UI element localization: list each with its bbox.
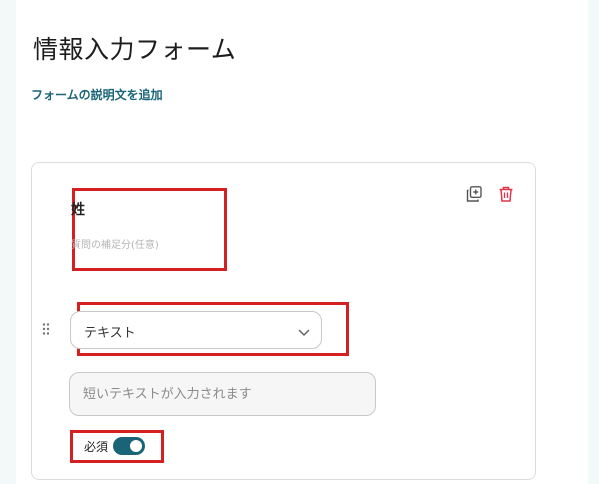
chevron-down-icon xyxy=(297,324,311,338)
question-title-input[interactable]: 姓 xyxy=(71,199,85,219)
required-label: 必須 xyxy=(84,440,109,454)
trash-icon[interactable] xyxy=(497,185,515,203)
question-hint-input[interactable]: 質問の補足分(任意) xyxy=(71,236,159,251)
question-type-select[interactable]: テキスト xyxy=(70,311,322,349)
duplicate-icon[interactable] xyxy=(465,185,483,203)
highlight-box-question-title xyxy=(72,188,227,271)
card-actions xyxy=(465,185,515,203)
drag-handle-icon[interactable] xyxy=(41,321,51,335)
required-toggle[interactable] xyxy=(113,437,145,455)
toggle-knob xyxy=(130,440,142,452)
short-text-answer-input[interactable] xyxy=(69,372,376,416)
question-type-value: テキスト xyxy=(84,326,136,341)
add-description-link[interactable]: フォームの説明文を追加 xyxy=(31,86,163,103)
form-title[interactable]: 情報入力フォーム xyxy=(33,30,236,66)
